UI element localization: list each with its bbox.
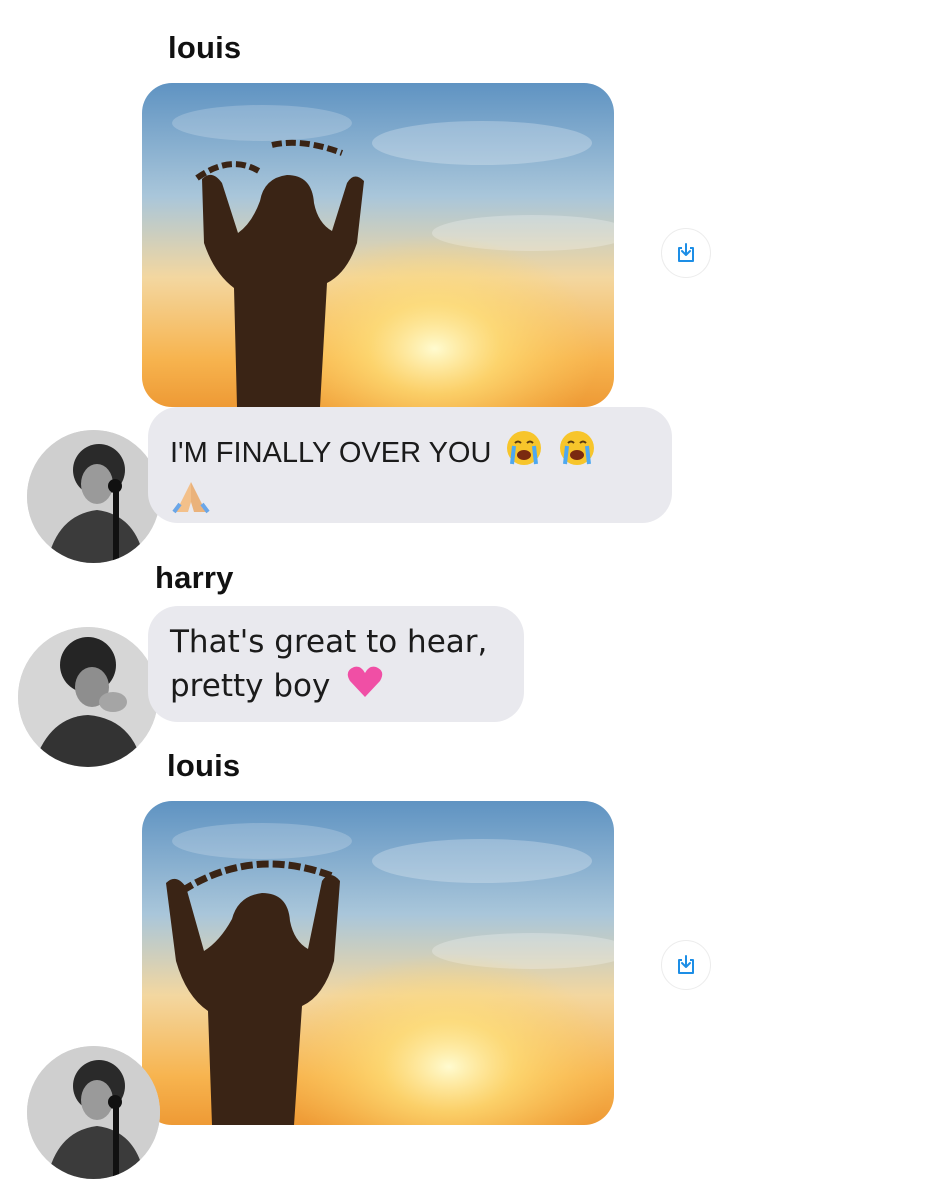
- chains-held-image: [142, 801, 614, 1125]
- message-bubble[interactable]: I'M FINALLY OVER YOU: [148, 407, 672, 523]
- profile-photo: [27, 1046, 160, 1179]
- save-image-button[interactable]: [661, 228, 711, 278]
- crying-emoji-icon: [558, 429, 596, 480]
- louis-avatar[interactable]: [27, 1046, 160, 1179]
- shared-photo[interactable]: [142, 801, 614, 1125]
- folded-hands-emoji-icon: [170, 480, 212, 527]
- harry-avatar[interactable]: [18, 627, 158, 767]
- message-text: That's great to hear,: [170, 624, 488, 660]
- message-text: I'M FINALLY OVER YOU: [170, 437, 492, 470]
- message-bubble[interactable]: That's great to hear, pretty boy: [148, 606, 524, 722]
- sender-name: louis: [168, 30, 242, 65]
- crying-emoji-icon: [505, 429, 543, 480]
- chain-breaking-image: [142, 83, 614, 407]
- download-icon: [678, 955, 694, 974]
- profile-photo: [27, 430, 160, 563]
- shared-photo[interactable]: [142, 83, 614, 407]
- sender-name: louis: [167, 748, 241, 783]
- sender-name: harry: [155, 560, 234, 595]
- download-icon: [678, 243, 694, 262]
- message-text: pretty boy: [170, 668, 331, 704]
- louis-avatar[interactable]: [27, 430, 160, 563]
- pink-heart-emoji-icon: [346, 665, 384, 711]
- profile-photo: [18, 627, 158, 767]
- save-image-button[interactable]: [661, 940, 711, 990]
